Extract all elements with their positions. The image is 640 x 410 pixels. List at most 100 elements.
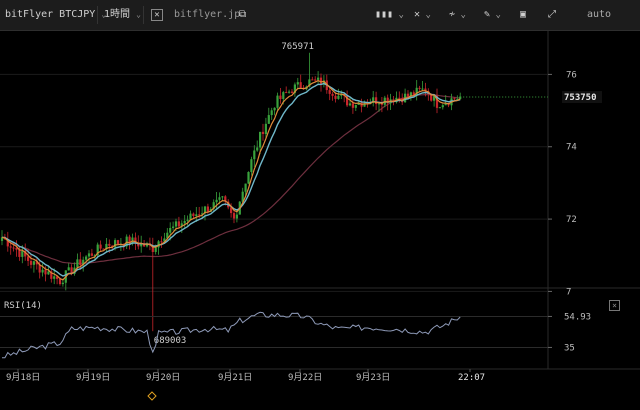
rsi-level-label: 54.93 [564,312,591,322]
candle-body [198,214,201,216]
rsi-title: RSI(14) [4,301,42,311]
candle-body [76,259,79,268]
candle-body [247,172,250,184]
candle-body [244,183,247,192]
candle-body [12,247,15,249]
x-tick-label: 9月21日 [218,372,252,383]
candle-body [299,82,302,88]
chevron-down-icon: ⌄ [420,10,431,20]
candle-body [337,95,340,99]
candle-body [27,256,30,261]
candle-body [453,98,456,100]
symbol-selector[interactable]: bitFlyer BTCJPY ⌄ [5,0,106,30]
candle-body [348,103,352,106]
x-tick-label: 9月20日 [146,372,180,383]
candle-body [21,250,24,257]
y-tick-label: 7 [566,287,571,297]
candle-body [328,90,331,94]
candle-body [250,159,253,173]
candle-body [58,278,62,285]
price-chart-svg[interactable]: 76 74 72 7 753750 765971 689003 54.93 35 9月18日… [0,31,640,406]
scale-mode-button[interactable]: auto [587,0,611,30]
chart-type-button[interactable]: ▮▮▮ ⌄ [375,0,404,30]
candle-body [44,269,47,275]
x-tick-label: 9月19日 [76,372,110,383]
low-price-label: 689003 [154,336,187,346]
x-tick-label: 9月23日 [356,372,390,383]
expand-icon: ⤢ [548,9,556,20]
bar-chart-icon: ▮▮▮ [375,9,394,20]
interval-selector[interactable]: 1時間 ⌄ [104,0,141,30]
candle-body [354,105,357,108]
candle-body [421,88,424,90]
candle-body [108,243,111,246]
indicators-button[interactable]: ≁ ⌄ [449,0,466,30]
candle-body [259,131,262,148]
candle-body [172,226,175,228]
x-tick-label: 22:07 [458,373,485,383]
candle-body [53,276,56,279]
candle-body [90,253,93,256]
candle-body [192,213,195,217]
candle-body [85,256,88,260]
candle-body [169,227,172,233]
candle-body [18,249,21,257]
chevron-down-icon: ⌄ [393,10,404,20]
candle-body [296,82,299,85]
candle-body [317,77,320,80]
candle-body [398,97,401,99]
candle-body [256,147,259,151]
candle-body [264,123,267,135]
candle-body [154,247,157,252]
candle-body [253,150,256,160]
candle-body [186,219,189,221]
chart-toolbar: bitFlyer BTCJPY ⌄ 1時間 ⌄ ✕ bitflyer.jp ⧉ … [0,0,640,31]
interval-label: 1時間 [104,9,131,20]
candle-body [418,87,421,89]
candle-body [87,253,91,257]
candle-body [9,246,12,248]
candle-body [160,241,163,243]
candle-body [32,261,35,265]
candle-body [276,95,279,108]
close-rsi-icon[interactable]: × [609,300,620,311]
open-link-icon[interactable]: ⧉ [239,0,246,30]
candle-body [288,91,291,93]
candle-body [235,214,238,219]
candle-body [406,93,410,97]
chevron-down-icon: ⌄ [455,10,466,20]
candle-body [351,103,354,108]
chevron-down-icon: ⌄ [490,10,501,20]
candle-body [29,260,33,265]
compare-button[interactable]: ✕ [151,0,163,30]
candle-body [183,220,186,224]
chevron-down-icon: ⌄ [136,10,141,19]
candle-body [116,240,120,245]
candle-body [41,269,44,273]
candle-body [311,79,314,81]
candle-body [221,196,224,198]
candle-body [47,271,50,275]
screenshot-button[interactable]: ▣ [520,0,526,30]
candle-body [441,105,444,108]
rsi-level-label: 35 [564,343,575,353]
crosshair-button[interactable]: ✕ ⌄ [414,0,431,30]
candle-body [218,197,221,200]
camera-icon: ▣ [520,9,527,20]
chart-area[interactable]: 76 74 72 7 753750 765971 689003 54.93 35 9月18日… [0,31,640,406]
candle-body [195,214,198,217]
drawing-tools-button[interactable]: ✎ ⌄ [484,0,501,30]
candle-body [267,115,270,124]
candle-body [177,221,180,227]
candle-body [215,199,218,203]
candle-body [273,107,276,111]
fullscreen-button[interactable]: ⤢ [548,0,556,30]
candle-body [290,91,294,93]
candle-body [334,95,337,99]
candle-body [67,267,70,271]
y-tick-label: 76 [566,70,577,80]
site-link[interactable]: bitflyer.jp [174,0,240,30]
candle-body [282,92,285,99]
candle-body [261,131,265,135]
candle-body [232,213,236,219]
